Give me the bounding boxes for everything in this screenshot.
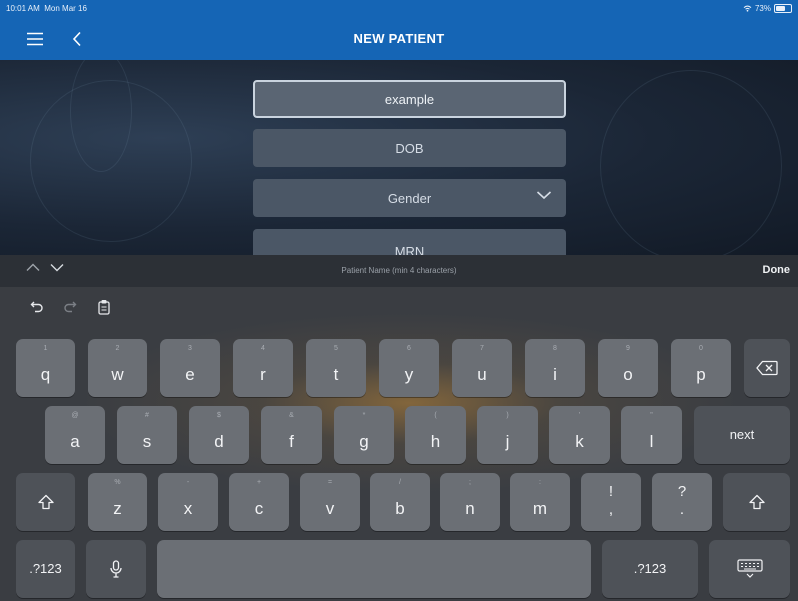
key-m[interactable]: :m xyxy=(510,473,570,531)
key-r[interactable]: 4r xyxy=(233,339,293,397)
patient-form: example DOB Gender MRN xyxy=(0,60,798,255)
keyboard: 1q 2w 3e 4r 5t 6y 7u 8i 9o 0p @ a # s $ d &… xyxy=(0,287,798,601)
key-l[interactable]: " l xyxy=(621,406,682,464)
shift-icon xyxy=(37,494,54,510)
key-e[interactable]: 3e xyxy=(160,339,220,397)
key-x[interactable]: -x xyxy=(158,473,218,531)
next-key[interactable]: next xyxy=(694,406,790,464)
key-y[interactable]: 6y xyxy=(379,339,439,397)
keyboard-shortcuts-bar xyxy=(0,287,798,329)
dob-field[interactable]: DOB xyxy=(253,129,566,167)
gender-select[interactable]: Gender xyxy=(253,179,566,217)
key-c[interactable]: + c xyxy=(229,473,289,531)
key-t[interactable]: 5t xyxy=(306,339,366,397)
done-button[interactable]: Done xyxy=(763,264,791,276)
key-j[interactable]: ) j xyxy=(477,406,538,464)
background-art xyxy=(600,70,782,255)
hide-keyboard-key[interactable] xyxy=(709,540,790,598)
key-z[interactable]: % z xyxy=(88,473,147,531)
key-s[interactable]: # s xyxy=(117,406,177,464)
key-g[interactable]: * g xyxy=(334,406,394,464)
gender-placeholder: Gender xyxy=(387,190,432,206)
field-hint: Patient Name (min 4 characters) xyxy=(341,266,457,275)
battery-level xyxy=(776,6,785,11)
chevron-down-icon xyxy=(536,191,552,200)
key-d[interactable]: $ d xyxy=(189,406,249,464)
key-q[interactable]: 1q xyxy=(16,339,75,397)
key-o[interactable]: 9o xyxy=(598,339,658,397)
battery-icon xyxy=(774,4,792,13)
key-i[interactable]: 8i xyxy=(525,339,585,397)
shift-key-right[interactable] xyxy=(723,473,790,531)
key-p[interactable]: 0p xyxy=(671,339,731,397)
undo-icon[interactable] xyxy=(30,299,44,313)
key-a[interactable]: @ a xyxy=(45,406,105,464)
wifi-icon xyxy=(743,5,752,12)
key-n[interactable]: ; n xyxy=(440,473,500,531)
shift-key-left[interactable] xyxy=(16,473,75,531)
status-time: 10:01 AM Mon Mar 16 xyxy=(6,4,87,13)
key-u[interactable]: 7u xyxy=(452,339,512,397)
patient-name-input[interactable]: example xyxy=(253,80,566,118)
dob-placeholder: DOB xyxy=(395,140,424,156)
page-title: NEW PATIENT xyxy=(353,31,445,46)
status-right: 73% xyxy=(743,4,792,13)
key-f[interactable]: & f xyxy=(261,406,322,464)
microphone-icon xyxy=(110,560,122,578)
numbers-key-left[interactable]: .?123 xyxy=(16,540,75,598)
shift-icon xyxy=(748,494,765,510)
redo-icon[interactable] xyxy=(63,299,77,313)
status-bar: 10:01 AM Mon Mar 16 73% xyxy=(0,0,798,18)
space-key[interactable] xyxy=(157,540,591,598)
dictation-key[interactable] xyxy=(86,540,146,598)
keyboard-dismiss-icon xyxy=(736,559,763,578)
delete-key[interactable] xyxy=(744,339,790,397)
backspace-icon xyxy=(756,360,778,376)
numbers-key-right[interactable]: .?123 xyxy=(602,540,698,598)
key-w[interactable]: 2w xyxy=(88,339,147,397)
key-v[interactable]: = v xyxy=(300,473,360,531)
nav-bar: NEW PATIENT xyxy=(0,18,798,60)
key-k[interactable]: ' k xyxy=(549,406,610,464)
paste-icon[interactable] xyxy=(97,299,111,315)
key-exclaim-comma[interactable]: !, xyxy=(581,473,641,531)
key-h[interactable]: (h xyxy=(405,406,466,464)
keyboard-toolbar: Patient Name (min 4 characters) Done xyxy=(0,255,798,287)
key-question-period[interactable]: ?. xyxy=(652,473,712,531)
patient-name-value: example xyxy=(384,91,435,107)
battery-percent: 73% xyxy=(754,4,771,13)
mrn-field[interactable]: MRN xyxy=(253,229,566,255)
mrn-placeholder: MRN xyxy=(394,243,425,256)
key-b[interactable]: / b xyxy=(370,473,430,531)
